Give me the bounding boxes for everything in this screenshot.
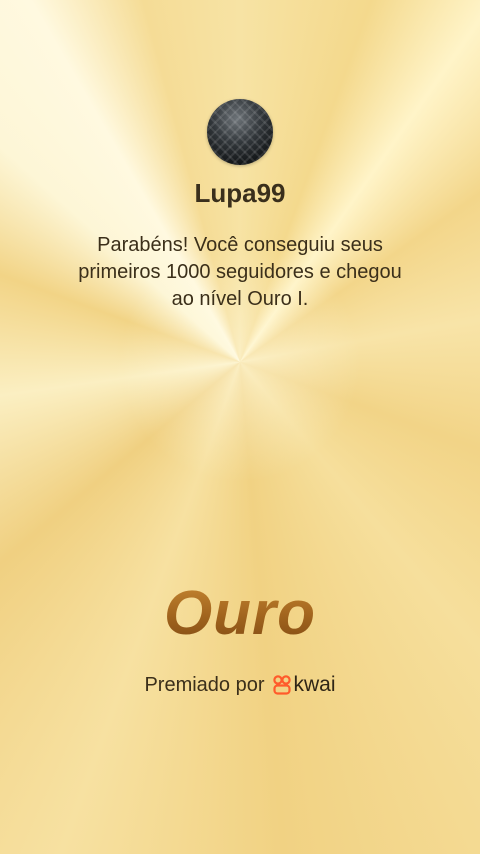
congrats-line: primeiros 1000 seguidores e chegou bbox=[78, 261, 402, 283]
username: Lupa99 bbox=[194, 178, 286, 208]
kwai-logo: kwai bbox=[272, 673, 336, 697]
kwai-brand-text: kwai bbox=[293, 673, 336, 696]
achievement-screen: Lupa99 Parabéns! Você conseguiu seus pri… bbox=[0, 0, 480, 854]
awarded-by-label: Premiado por bbox=[144, 673, 265, 696]
congrats-line: ao nível Ouro I. bbox=[171, 288, 309, 310]
congrats-line: Parabéns! Você conseguiu seus bbox=[97, 234, 383, 256]
congrats-message: Parabéns! Você conseguiu seus primeiros … bbox=[60, 232, 420, 313]
avatar bbox=[207, 99, 273, 165]
level-title: Ouro bbox=[0, 578, 480, 649]
awarded-by: Premiado por kwai bbox=[0, 673, 480, 697]
kwai-logo-icon bbox=[272, 675, 291, 695]
